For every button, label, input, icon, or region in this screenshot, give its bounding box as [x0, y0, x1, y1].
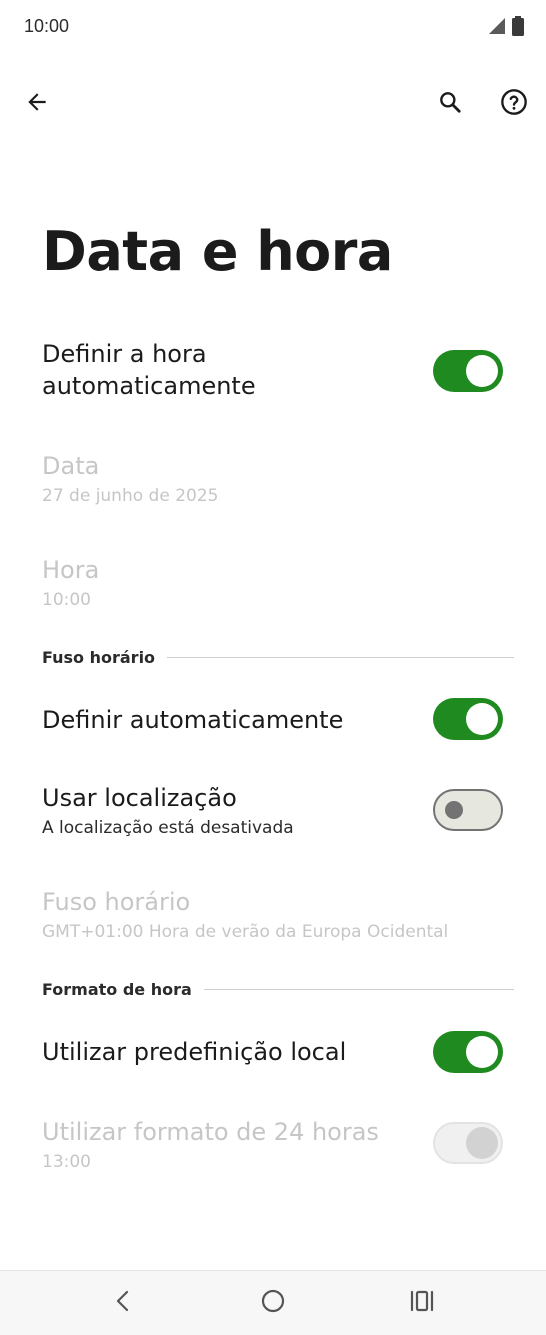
- time-row[interactable]: Hora 10:00: [0, 548, 546, 628]
- use-location-subtitle: A localização está desativada: [42, 818, 294, 838]
- nav-home-icon: [260, 1288, 286, 1318]
- back-button[interactable]: [17, 84, 57, 124]
- timezone-section-header: Fuso horário: [42, 646, 514, 668]
- back-arrow-icon: [24, 89, 50, 119]
- search-button[interactable]: [430, 84, 470, 124]
- status-bar: 10:00: [0, 0, 546, 56]
- auto-timezone-title: Definir automaticamente: [42, 706, 344, 734]
- auto-time-title-line1: Definir a hora: [42, 340, 207, 368]
- timezone-row[interactable]: Fuso horário GMT+01:00 Hora de verão da …: [0, 880, 546, 950]
- time-value: 10:00: [42, 590, 91, 610]
- timezone-title: Fuso horário: [42, 888, 191, 916]
- nav-recents-button[interactable]: [406, 1287, 438, 1319]
- nav-back-button[interactable]: [107, 1287, 139, 1319]
- section-divider: [203, 988, 514, 990]
- nav-recents-icon: [409, 1289, 435, 1317]
- locale-default-toggle[interactable]: [433, 1031, 503, 1073]
- auto-time-row[interactable]: Definir a hora automaticamente: [0, 330, 546, 430]
- auto-time-toggle[interactable]: [433, 350, 503, 392]
- timezone-section-label: Fuso horário: [42, 647, 156, 667]
- signal-icon: [488, 17, 506, 39]
- page-title: Data e hora: [42, 220, 393, 283]
- date-title: Data: [42, 452, 100, 480]
- timezone-value: GMT+01:00 Hora de verão da Europa Ociden…: [42, 922, 449, 942]
- format-24h-value: 13:00: [42, 1152, 91, 1172]
- help-icon: [500, 88, 528, 120]
- time-format-section-label: Formato de hora: [42, 979, 192, 999]
- auto-timezone-row[interactable]: Definir automaticamente: [0, 690, 546, 750]
- use-location-toggle[interactable]: [433, 789, 503, 831]
- nav-home-button[interactable]: [257, 1287, 289, 1319]
- status-icons: [488, 16, 524, 40]
- locale-default-row[interactable]: Utilizar predefinição local: [0, 1022, 546, 1082]
- date-row[interactable]: Data 27 de junho de 2025: [0, 444, 546, 524]
- auto-timezone-toggle[interactable]: [433, 698, 503, 740]
- time-title: Hora: [42, 556, 100, 584]
- help-button[interactable]: [494, 84, 534, 124]
- format-24h-title: Utilizar formato de 24 horas: [42, 1118, 379, 1146]
- navigation-bar: [0, 1270, 546, 1335]
- use-location-row[interactable]: Usar localização A localização está desa…: [0, 776, 546, 846]
- nav-back-icon: [113, 1289, 133, 1317]
- format-24h-toggle: [433, 1122, 503, 1164]
- use-location-title: Usar localização: [42, 784, 237, 812]
- search-icon: [437, 89, 463, 119]
- auto-time-title-line2: automaticamente: [42, 372, 256, 400]
- section-divider: [167, 656, 514, 658]
- date-value: 27 de junho de 2025: [42, 486, 219, 506]
- battery-icon: [512, 16, 524, 40]
- format-24h-row: Utilizar formato de 24 horas 13:00: [0, 1110, 546, 1180]
- locale-default-title: Utilizar predefinição local: [42, 1038, 347, 1066]
- time-format-section-header: Formato de hora: [42, 978, 514, 1000]
- auto-time-title: Definir a hora automaticamente: [42, 338, 256, 402]
- status-time: 10:00: [24, 16, 70, 36]
